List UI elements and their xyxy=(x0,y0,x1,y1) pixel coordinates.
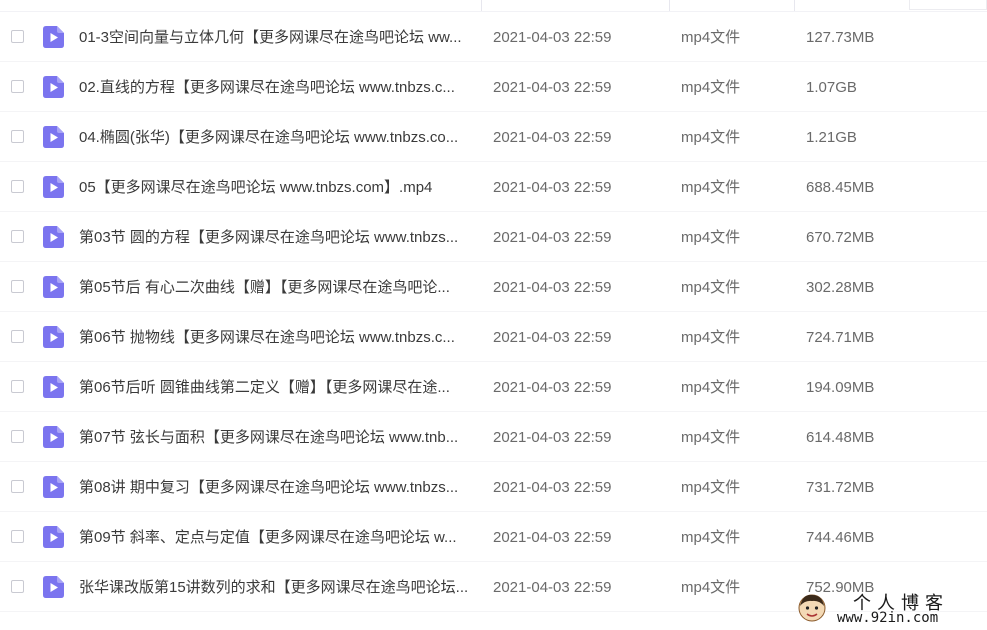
video-file-icon xyxy=(43,126,64,148)
video-file-icon xyxy=(43,526,64,548)
watermark: 个人博客 www.92in.com xyxy=(793,588,987,630)
file-name[interactable]: 第03节 圆的方程【更多网课尽在途鸟吧论坛 www.tnbzs... xyxy=(79,228,474,248)
file-size: 614.48MB xyxy=(806,429,875,446)
file-date: 2021-04-03 22:59 xyxy=(493,329,612,346)
file-type: mp4文件 xyxy=(681,179,741,196)
file-type: mp4文件 xyxy=(681,129,741,146)
column-separator[interactable] xyxy=(794,0,795,11)
file-type: mp4文件 xyxy=(681,529,741,546)
file-row[interactable]: 第03节 圆的方程【更多网课尽在途鸟吧论坛 www.tnbzs... 2021-0… xyxy=(0,212,987,262)
file-size: 670.72MB xyxy=(806,229,875,246)
file-date: 2021-04-03 22:59 xyxy=(493,179,612,196)
file-type: mp4文件 xyxy=(681,79,741,96)
file-row[interactable]: 第07节 弦长与面积【更多网课尽在途鸟吧论坛 www.tnb... 2021-04… xyxy=(0,412,987,462)
row-checkbox[interactable] xyxy=(11,80,24,93)
file-size: 744.46MB xyxy=(806,529,875,546)
row-checkbox[interactable] xyxy=(11,530,24,543)
file-row[interactable]: 第05节后 有心二次曲线【赠】【更多网课尽在途鸟吧论... 2021-04-03 … xyxy=(0,262,987,312)
file-date: 2021-04-03 22:59 xyxy=(493,79,612,96)
file-name[interactable]: 04.椭圆(张华)【更多网课尽在途鸟吧论坛 www.tnbzs.co... xyxy=(79,128,474,148)
file-date: 2021-04-03 22:59 xyxy=(493,29,612,46)
file-name[interactable]: 第06节 抛物线【更多网课尽在途鸟吧论坛 www.tnbzs.c... xyxy=(79,328,474,348)
file-size: 194.09MB xyxy=(806,379,875,396)
file-date: 2021-04-03 22:59 xyxy=(493,529,612,546)
file-date: 2021-04-03 22:59 xyxy=(493,229,612,246)
file-type: mp4文件 xyxy=(681,329,741,346)
row-checkbox[interactable] xyxy=(11,280,24,293)
file-type: mp4文件 xyxy=(681,279,741,296)
file-size: 724.71MB xyxy=(806,329,875,346)
file-type: mp4文件 xyxy=(681,429,741,446)
file-name[interactable]: 张华课改版第15讲数列的求和【更多网课尽在途鸟吧论坛... xyxy=(79,578,474,598)
file-name[interactable]: 第07节 弦长与面积【更多网课尽在途鸟吧论坛 www.tnb... xyxy=(79,428,474,448)
file-type: mp4文件 xyxy=(681,229,741,246)
file-list: 01-3空间向量与立体几何【更多网课尽在途鸟吧论坛 ww... 2021-04-0… xyxy=(0,12,987,612)
file-row[interactable]: 01-3空间向量与立体几何【更多网课尽在途鸟吧论坛 ww... 2021-04-0… xyxy=(0,12,987,62)
video-file-icon xyxy=(43,176,64,198)
file-name[interactable]: 第08讲 期中复习【更多网课尽在途鸟吧论坛 www.tnbzs... xyxy=(79,478,474,498)
header-right-cell xyxy=(909,0,987,10)
file-size: 688.45MB xyxy=(806,179,875,196)
file-type: mp4文件 xyxy=(681,479,741,496)
watermark-url: www.92in.com xyxy=(837,610,939,626)
file-row[interactable]: 第06节 抛物线【更多网课尽在途鸟吧论坛 www.tnbzs.c... 2021-… xyxy=(0,312,987,362)
file-date: 2021-04-03 22:59 xyxy=(493,129,612,146)
file-name[interactable]: 第05节后 有心二次曲线【赠】【更多网课尽在途鸟吧论... xyxy=(79,278,474,298)
video-file-icon xyxy=(43,26,64,48)
file-name[interactable]: 01-3空间向量与立体几何【更多网课尽在途鸟吧论坛 ww... xyxy=(79,28,474,48)
row-checkbox[interactable] xyxy=(11,230,24,243)
file-name[interactable]: 02.直线的方程【更多网课尽在途鸟吧论坛 www.tnbzs.c... xyxy=(79,78,474,98)
video-file-icon xyxy=(43,426,64,448)
file-size: 1.07GB xyxy=(806,79,857,96)
row-checkbox[interactable] xyxy=(11,180,24,193)
file-row[interactable]: 05【更多网课尽在途鸟吧论坛 www.tnbzs.com】.mp4 2021-04… xyxy=(0,162,987,212)
file-row[interactable]: 第08讲 期中复习【更多网课尽在途鸟吧论坛 www.tnbzs... 2021-0… xyxy=(0,462,987,512)
file-date: 2021-04-03 22:59 xyxy=(493,279,612,296)
row-checkbox[interactable] xyxy=(11,380,24,393)
file-date: 2021-04-03 22:59 xyxy=(493,429,612,446)
row-checkbox[interactable] xyxy=(11,580,24,593)
file-size: 127.73MB xyxy=(806,29,875,46)
video-file-icon xyxy=(43,76,64,98)
list-header-edge xyxy=(0,0,987,12)
video-file-icon xyxy=(43,476,64,498)
video-file-icon xyxy=(43,276,64,298)
video-file-icon xyxy=(43,576,64,598)
file-size: 731.72MB xyxy=(806,479,875,496)
watermark-avatar-icon xyxy=(798,594,826,622)
file-date: 2021-04-03 22:59 xyxy=(493,479,612,496)
row-checkbox[interactable] xyxy=(11,480,24,493)
row-checkbox[interactable] xyxy=(11,330,24,343)
file-row[interactable]: 04.椭圆(张华)【更多网课尽在途鸟吧论坛 www.tnbzs.co... 202… xyxy=(0,112,987,162)
column-separator[interactable] xyxy=(481,0,482,11)
file-row[interactable]: 第09节 斜率、定点与定值【更多网课尽在途鸟吧论坛 w... 2021-04-03… xyxy=(0,512,987,562)
file-name[interactable]: 05【更多网课尽在途鸟吧论坛 www.tnbzs.com】.mp4 xyxy=(79,178,474,198)
video-file-icon xyxy=(43,226,64,248)
file-type: mp4文件 xyxy=(681,29,741,46)
file-type: mp4文件 xyxy=(681,379,741,396)
file-row[interactable]: 02.直线的方程【更多网课尽在途鸟吧论坛 www.tnbzs.c... 2021-… xyxy=(0,62,987,112)
file-date: 2021-04-03 22:59 xyxy=(493,579,612,596)
file-row[interactable]: 第06节后听 圆锥曲线第二定义【赠】【更多网课尽在途... 2021-04-03 … xyxy=(0,362,987,412)
file-name[interactable]: 第06节后听 圆锥曲线第二定义【赠】【更多网课尽在途... xyxy=(79,378,474,398)
file-type: mp4文件 xyxy=(681,579,741,596)
file-name[interactable]: 第09节 斜率、定点与定值【更多网课尽在途鸟吧论坛 w... xyxy=(79,528,474,548)
file-date: 2021-04-03 22:59 xyxy=(493,379,612,396)
column-separator[interactable] xyxy=(669,0,670,11)
video-file-icon xyxy=(43,376,64,398)
video-file-icon xyxy=(43,326,64,348)
row-checkbox[interactable] xyxy=(11,30,24,43)
row-checkbox[interactable] xyxy=(11,130,24,143)
file-size: 1.21GB xyxy=(806,129,857,146)
file-size: 302.28MB xyxy=(806,279,875,296)
row-checkbox[interactable] xyxy=(11,430,24,443)
